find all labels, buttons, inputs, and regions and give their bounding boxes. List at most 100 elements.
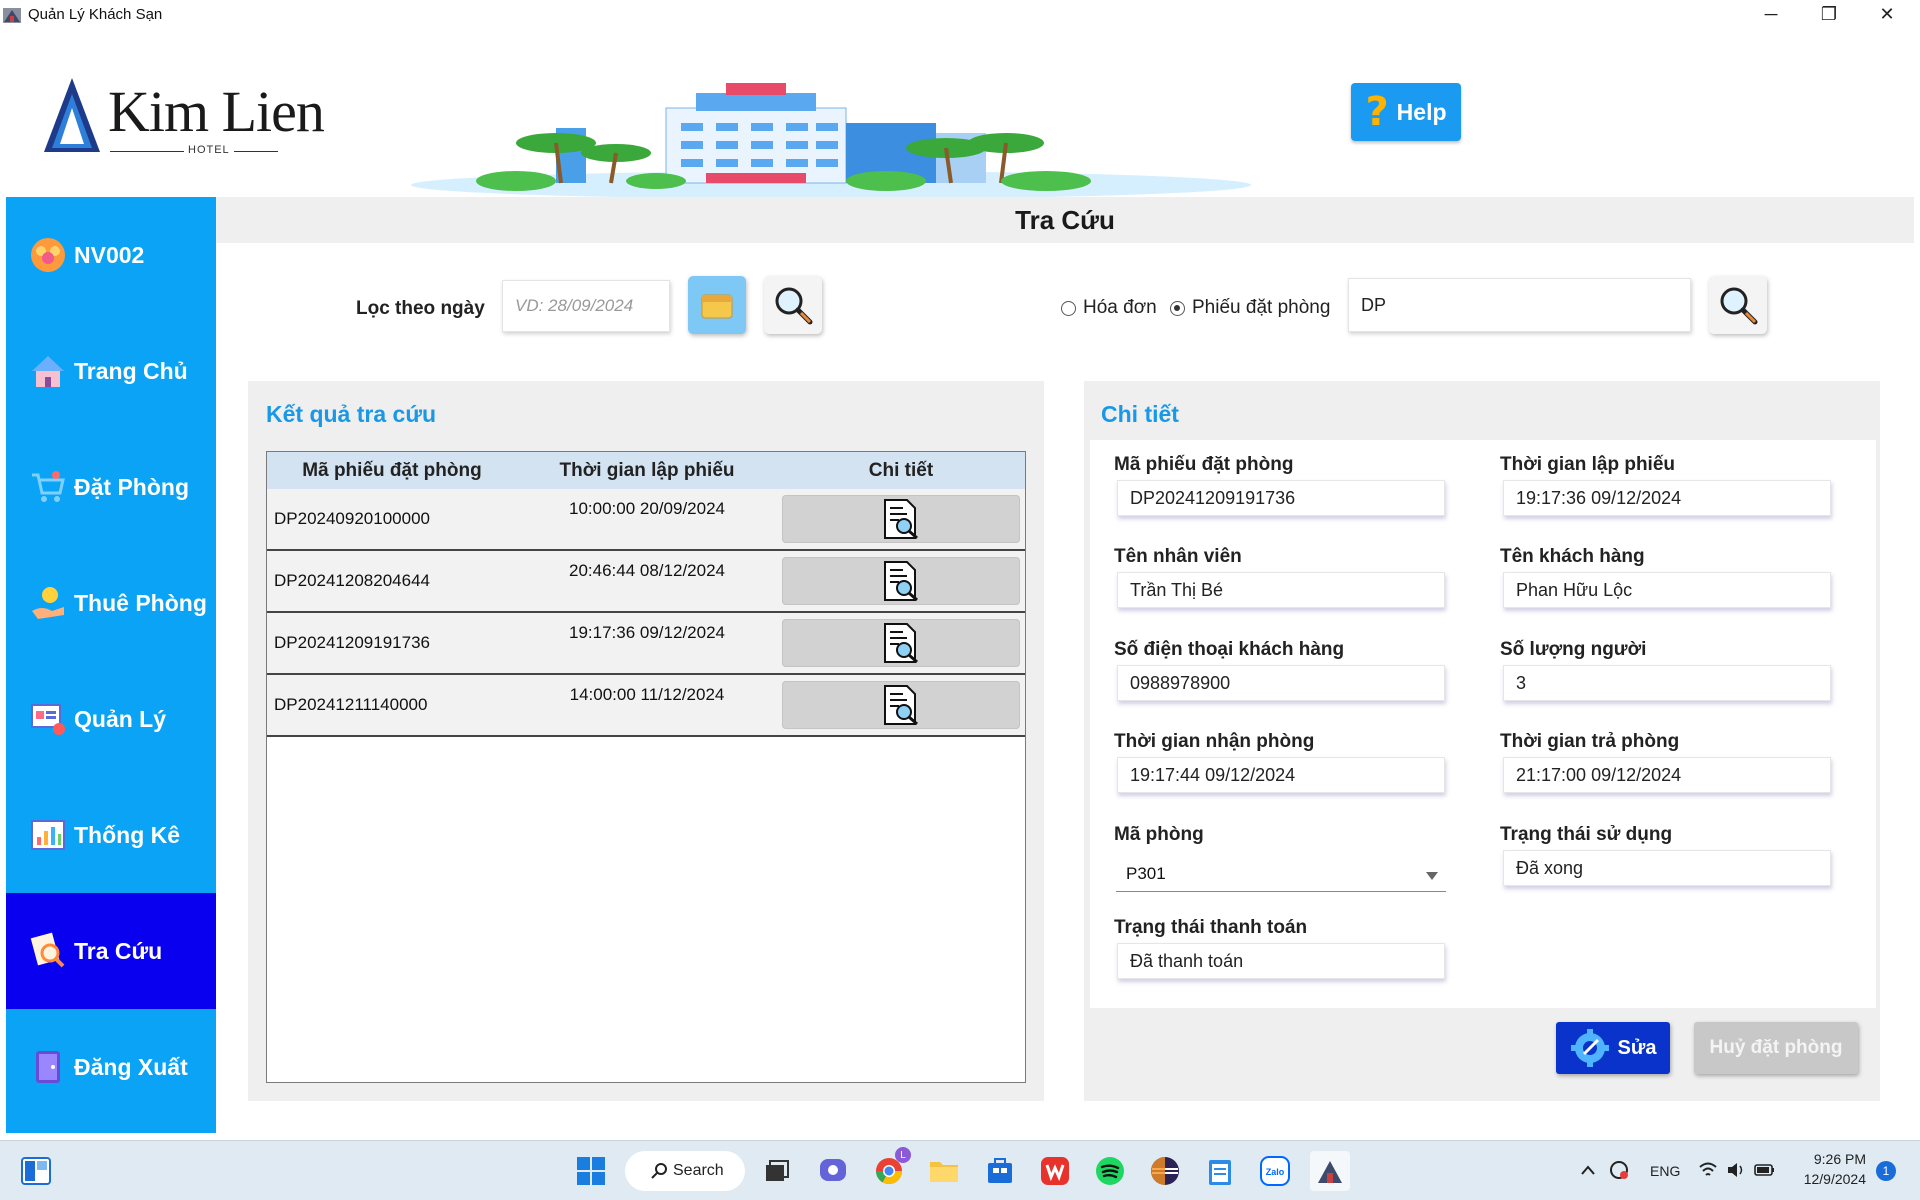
system-clock[interactable]: 9:26 PM 12/9/2024 xyxy=(1786,1149,1866,1189)
staff-label: Tên nhân viên xyxy=(1114,546,1242,567)
view-detail-button[interactable] xyxy=(782,681,1020,729)
logout-icon xyxy=(36,1051,60,1083)
sidebar-item-statistics[interactable]: Thống Kê xyxy=(6,777,216,893)
svg-text:Zalo: Zalo xyxy=(1266,1167,1285,1177)
staff-field[interactable]: Trần Thị Bé xyxy=(1117,572,1445,608)
created-time-field[interactable]: 19:17:36 09/12/2024 xyxy=(1503,480,1831,516)
task-view-button[interactable] xyxy=(757,1151,797,1191)
notepad-button[interactable] xyxy=(1200,1151,1240,1191)
volume-icon[interactable] xyxy=(1726,1161,1746,1179)
minimize-icon: ─ xyxy=(1764,4,1778,24)
code-search-value: DP xyxy=(1361,295,1387,315)
usage-status-label: Trạng thái sử dụng xyxy=(1500,824,1673,845)
payment-status-label: Trạng thái thanh toán xyxy=(1114,917,1308,938)
checkin-value: 19:17:44 09/12/2024 xyxy=(1130,764,1296,785)
question-icon: ? xyxy=(1365,89,1389,135)
customer-field[interactable]: Phan Hữu Lộc xyxy=(1503,572,1831,608)
widgets-button[interactable] xyxy=(16,1151,56,1191)
help-button[interactable]: ? Help xyxy=(1351,83,1461,141)
sidebar-item-user[interactable]: NV002 xyxy=(6,197,216,313)
hand-coin-icon xyxy=(32,587,64,619)
sidebar-item-booking[interactable]: Đặt Phòng xyxy=(6,429,216,545)
sidebar-item-label: Đăng Xuất xyxy=(74,1053,188,1080)
sidebar-item-manage[interactable]: Quản Lý xyxy=(6,661,216,777)
zalo-button[interactable]: Zalo xyxy=(1255,1151,1295,1191)
people-value: 3 xyxy=(1516,672,1527,693)
code-search-button[interactable] xyxy=(1709,276,1767,334)
wifi-icon[interactable] xyxy=(1698,1161,1718,1179)
radio-booking-dot[interactable] xyxy=(1170,300,1185,316)
radio-booking-label: Phiếu đặt phòng xyxy=(1192,297,1331,318)
folder-icon xyxy=(930,1162,958,1182)
chrome-profile-badge: L xyxy=(895,1147,911,1163)
phone-field[interactable]: 0988978900 xyxy=(1117,665,1445,701)
room-select[interactable]: P301 xyxy=(1116,856,1446,892)
help-label: Help xyxy=(1396,98,1447,125)
clock-date: 12/9/2024 xyxy=(1803,1171,1866,1187)
sidebar-item-rental[interactable]: Thuê Phòng xyxy=(6,545,216,661)
language-indicator[interactable]: ENG xyxy=(1650,1163,1680,1179)
table-row[interactable]: DP20241211140000 14:00:00 11/12/2024 xyxy=(267,675,1025,737)
column-header-detail: Chi tiết xyxy=(868,459,934,481)
checkin-label: Thời gian nhận phòng xyxy=(1114,731,1315,752)
teams-button[interactable] xyxy=(813,1151,853,1191)
sidebar-item-lookup[interactable]: Tra Cứu xyxy=(6,893,216,1009)
taskbar: Search L Zalo ENG 9:26 PM 12/9/2024 1 xyxy=(0,1140,1920,1200)
checkin-field[interactable]: 19:17:44 09/12/2024 xyxy=(1117,757,1445,793)
booking-code-value: DP20241209191736 xyxy=(1130,487,1296,508)
calendar-button[interactable] xyxy=(688,276,746,334)
table-row[interactable]: DP20241208204644 20:46:44 08/12/2024 xyxy=(267,551,1025,613)
close-button[interactable]: ✕ xyxy=(1858,0,1916,29)
payment-status-value: Đã thanh toán xyxy=(1130,950,1244,971)
radio-invoice-dot[interactable] xyxy=(1061,300,1076,316)
store-button[interactable] xyxy=(980,1151,1020,1191)
booking-code-field[interactable]: DP20241209191736 xyxy=(1117,480,1445,516)
sidebar-item-label: Tra Cứu xyxy=(74,937,163,964)
sidebar-item-label: Trang Chủ xyxy=(74,357,188,384)
date-filter-placeholder: VD: 28/09/2024 xyxy=(515,296,634,315)
wps-icon xyxy=(1041,1157,1069,1185)
taskbar-search[interactable]: Search xyxy=(625,1151,745,1191)
table-row[interactable]: DP20240920100000 10:00:00 20/09/2024 xyxy=(267,489,1025,551)
eclipse-button[interactable] xyxy=(1145,1151,1185,1191)
restore-button[interactable]: ❐ xyxy=(1800,0,1858,29)
wps-button[interactable] xyxy=(1035,1151,1075,1191)
sync-icon[interactable] xyxy=(1608,1159,1630,1181)
window-titlebar: Quản Lý Khách Sạn ─ ❐ ✕ xyxy=(0,0,1920,29)
chrome-button[interactable]: L xyxy=(869,1147,911,1191)
chevron-up-icon[interactable] xyxy=(1580,1163,1596,1177)
radio-booking[interactable]: Phiếu đặt phòng xyxy=(1170,297,1330,319)
edit-button[interactable]: Sửa xyxy=(1556,1022,1670,1074)
magnifier-icon xyxy=(1720,287,1758,325)
checkout-field[interactable]: 21:17:00 09/12/2024 xyxy=(1503,757,1831,793)
windows-icon xyxy=(577,1157,605,1185)
sidebar-item-home[interactable]: Trang Chủ xyxy=(6,313,216,429)
people-field[interactable]: 3 xyxy=(1503,665,1831,701)
start-button[interactable] xyxy=(571,1151,611,1191)
search-doc-icon xyxy=(30,932,65,968)
table-row[interactable]: DP20241209191736 19:17:36 09/12/2024 xyxy=(267,613,1025,675)
battery-icon[interactable] xyxy=(1754,1161,1776,1179)
code-search-input[interactable]: DP xyxy=(1348,278,1691,332)
search-icon xyxy=(651,1163,667,1179)
staff-value: Trần Thị Bé xyxy=(1130,579,1224,600)
restore-icon: ❐ xyxy=(1820,4,1838,24)
view-detail-button[interactable] xyxy=(782,557,1020,605)
clock-time: 9:26 PM xyxy=(1813,1151,1866,1167)
radio-invoice[interactable]: Hóa đơn xyxy=(1061,297,1157,319)
date-search-button[interactable] xyxy=(764,276,822,334)
sidebar-item-logout[interactable]: Đăng Xuất xyxy=(6,1009,216,1125)
view-detail-button[interactable] xyxy=(782,495,1020,543)
view-detail-button[interactable] xyxy=(782,619,1020,667)
sidebar-item-label: Đặt Phòng xyxy=(74,473,189,500)
date-filter-input[interactable]: VD: 28/09/2024 xyxy=(502,280,670,332)
spotify-button[interactable] xyxy=(1090,1151,1130,1191)
usage-status-field[interactable]: Đã xong xyxy=(1503,850,1831,886)
file-explorer-button[interactable] xyxy=(924,1151,964,1191)
notification-badge[interactable]: 1 xyxy=(1876,1161,1896,1181)
hotel-app-button[interactable] xyxy=(1310,1151,1350,1191)
payment-status-field[interactable]: Đã thanh toán xyxy=(1117,943,1445,979)
taskbar-search-label: Search xyxy=(673,1162,724,1179)
cancel-booking-button[interactable]: Huỷ đặt phòng xyxy=(1694,1022,1858,1074)
minimize-button[interactable]: ─ xyxy=(1742,0,1800,29)
